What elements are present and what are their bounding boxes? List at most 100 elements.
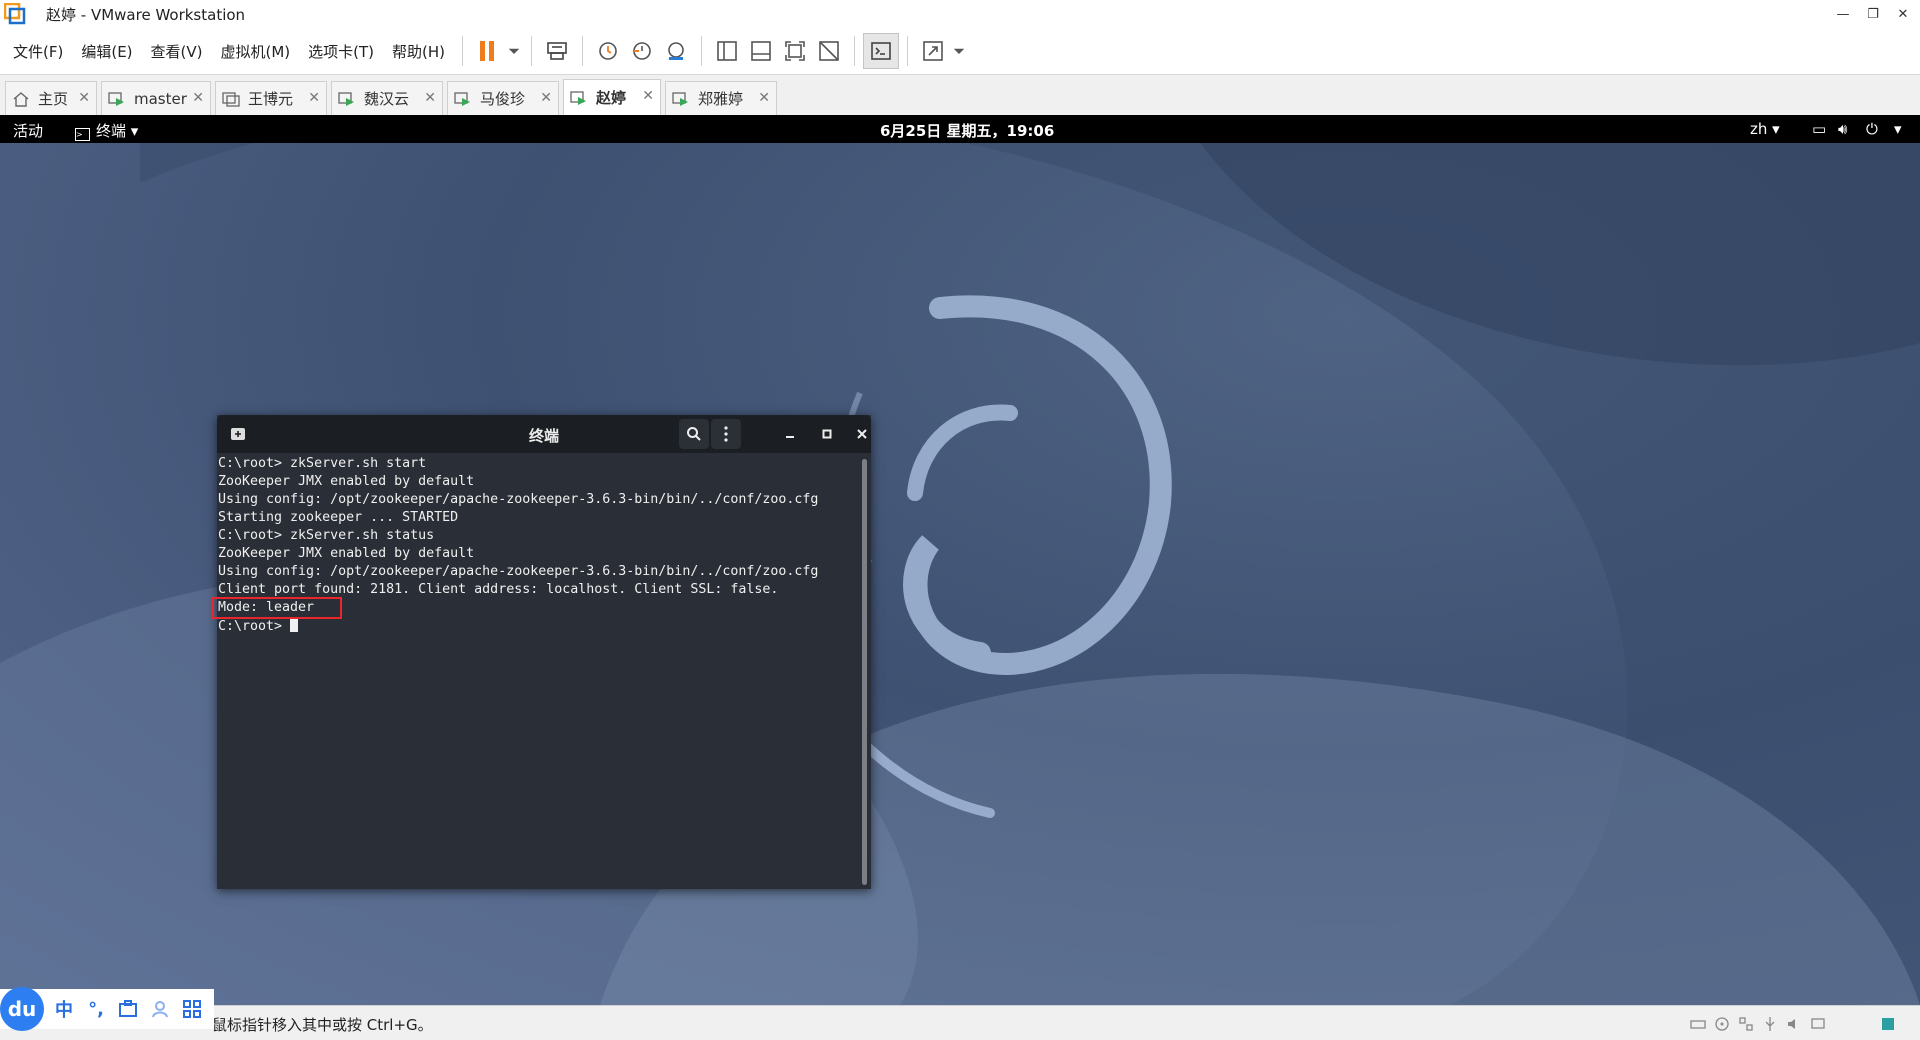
terminal-line: Using config: /opt/zookeeper/apache-zook… — [218, 492, 819, 507]
vm-icon — [108, 91, 124, 106]
status-bar: 鼠标指针移入其中或按 Ctrl+G。 — [0, 1005, 1920, 1040]
tab-close-icon[interactable]: ✕ — [540, 90, 552, 106]
display-icon[interactable] — [1810, 1016, 1826, 1032]
tab-home[interactable]: 主页 ✕ — [5, 81, 97, 115]
tab-close-icon[interactable]: ✕ — [192, 90, 204, 106]
ime-punctuation-toggle[interactable]: °, — [80, 993, 112, 1025]
terminal-prompt: C:\root> — [218, 619, 291, 634]
tab-close-icon[interactable]: ✕ — [642, 88, 654, 104]
usb-icon[interactable] — [1762, 1016, 1778, 1032]
chevron-down-icon: ▾ — [126, 122, 139, 140]
clock[interactable]: 6月25日 星期五，19:06 — [880, 120, 1054, 141]
terminal-header-bar[interactable]: 终端 — [217, 415, 871, 453]
menu-vm[interactable]: 虚拟机(M) — [212, 41, 300, 62]
ime-toolbar: du 中 °, — [0, 987, 214, 1031]
app-menu-label: 终端 — [96, 122, 127, 140]
highlight-annotation-box — [212, 597, 342, 619]
text-cursor — [290, 617, 299, 632]
toolbar-divider — [907, 36, 909, 66]
menu-view[interactable]: 查看(V) — [142, 41, 212, 62]
status-text: 鼠标指针移入其中或按 Ctrl+G。 — [212, 1016, 433, 1034]
window-title: 赵婷 - VMware Workstation — [46, 5, 246, 24]
menu-tabs[interactable]: 选项卡(T) — [299, 41, 383, 62]
minimize-icon[interactable] — [775, 419, 805, 449]
network-icon[interactable] — [1738, 1016, 1754, 1032]
full-screen-icon[interactable] — [778, 34, 812, 68]
revert-snapshot-icon[interactable] — [625, 34, 659, 68]
pause-dropdown-icon[interactable] — [505, 34, 523, 68]
search-icon[interactable] — [679, 419, 709, 449]
tab-label: 王博元 — [248, 90, 294, 108]
hard-disk-icon[interactable] — [1690, 1016, 1706, 1032]
tab-close-icon[interactable]: ✕ — [424, 90, 436, 106]
tab-close-icon[interactable]: ✕ — [308, 90, 320, 106]
minimize-button[interactable]: — — [1826, 0, 1860, 28]
tab-close-icon[interactable]: ✕ — [78, 90, 90, 106]
toolbar-divider — [582, 36, 584, 66]
title-bar: 赵婷 - VMware Workstation — ❐ ✕ — [0, 0, 1920, 28]
activities-button[interactable]: 活动 — [13, 120, 43, 141]
menu-edit[interactable]: 编辑(E) — [72, 41, 141, 62]
toolbox-icon[interactable] — [112, 993, 144, 1025]
menu-kebab-icon[interactable] — [711, 419, 741, 449]
cd-rom-icon[interactable] — [1714, 1016, 1730, 1032]
terminal-app-menu[interactable]: > 终端 ▾ — [75, 120, 138, 141]
stretch-dropdown-icon[interactable] — [950, 34, 968, 68]
user-icon[interactable] — [144, 993, 176, 1025]
toolbar-divider — [854, 36, 856, 66]
terminal-line: Using config: /opt/zookeeper/apache-zook… — [218, 564, 819, 579]
maximize-icon[interactable] — [812, 419, 842, 449]
chevron-down-icon: ▾ — [1767, 120, 1780, 138]
snapshot-icon[interactable] — [591, 34, 625, 68]
tab-label: 魏汉云 — [364, 90, 410, 108]
guest-desktop: 终端 C:\root> zkServer.sh start ZooKeeper … — [0, 143, 1920, 1005]
stretch-view-icon[interactable] — [916, 34, 950, 68]
close-button[interactable]: ✕ — [1886, 0, 1920, 28]
toolbar-divider — [462, 36, 464, 66]
toolbar-divider — [531, 36, 533, 66]
screen-icon[interactable]: ▭ — [1812, 120, 1826, 138]
tab-label: 郑雅婷 — [698, 90, 744, 108]
vm-tab-bar: 主页 ✕ master ✕ 王博元 ✕ 魏汉云 ✕ 马俊珍 ✕ 赵婷 ✕ 郑雅婷… — [0, 75, 1920, 115]
tab-label: 赵婷 — [596, 89, 627, 107]
snapshot-manager-icon[interactable] — [659, 34, 693, 68]
console-view-icon[interactable] — [863, 33, 900, 69]
toolbar-divider — [701, 36, 703, 66]
vmware-logo-icon — [3, 2, 26, 25]
tab-ma-junzhen[interactable]: 马俊珍 ✕ — [447, 81, 559, 115]
baidu-ime-logo-icon[interactable]: du — [0, 987, 44, 1031]
unity-icon[interactable] — [812, 34, 846, 68]
vm-icon — [570, 90, 586, 105]
terminal-line: Starting zookeeper ... STARTED — [218, 510, 459, 525]
message-log-icon[interactable] — [1880, 1016, 1896, 1032]
tab-zheng-yating[interactable]: 郑雅婷 ✕ — [665, 81, 777, 115]
tab-wang-boyuan[interactable]: 王博元 ✕ — [215, 81, 327, 115]
show-library-icon[interactable] — [710, 34, 744, 68]
ime-chinese-mode-toggle[interactable]: 中 — [48, 993, 80, 1025]
menu-file[interactable]: 文件(F) — [4, 41, 72, 62]
tab-label: 主页 — [38, 90, 69, 108]
tab-master[interactable]: master ✕ — [101, 81, 211, 115]
sound-icon[interactable] — [1786, 1016, 1802, 1032]
pause-icon[interactable] — [471, 34, 505, 68]
language-selector[interactable]: zh ▾ — [1750, 120, 1780, 138]
terminal-output[interactable]: C:\root> zkServer.sh start ZooKeeper JMX… — [212, 455, 871, 889]
home-icon — [13, 91, 29, 107]
grid-menu-icon[interactable] — [176, 993, 208, 1025]
volume-icon[interactable]: 🔊︎ — [1838, 120, 1847, 138]
tab-wei-hanyun[interactable]: 魏汉云 ✕ — [331, 81, 443, 115]
restore-button[interactable]: ❐ — [1856, 0, 1890, 28]
terminal-scrollbar[interactable] — [862, 459, 867, 885]
power-icon[interactable]: ⏻ — [1866, 120, 1878, 138]
vm-icon — [222, 91, 240, 107]
tab-close-icon[interactable]: ✕ — [758, 90, 770, 106]
send-ctrl-alt-del-icon[interactable] — [540, 34, 574, 68]
terminal-window[interactable]: 终端 C:\root> zkServer.sh start ZooKeeper … — [212, 415, 871, 889]
menu-help[interactable]: 帮助(H) — [383, 41, 454, 62]
tab-zhao-ting[interactable]: 赵婷 ✕ — [563, 79, 661, 115]
close-icon[interactable] — [851, 419, 873, 449]
system-menu-chevron-icon[interactable]: ▾ — [1894, 120, 1902, 138]
menu-bar: 文件(F) 编辑(E) 查看(V) 虚拟机(M) 选项卡(T) 帮助(H) — [0, 28, 1920, 75]
guest-top-panel: 活动 > 终端 ▾ 6月25日 星期五，19:06 zh ▾ ▭ 🔊︎ ⏻ ▾ — [0, 115, 1920, 143]
thumbnail-bar-icon[interactable] — [744, 34, 778, 68]
